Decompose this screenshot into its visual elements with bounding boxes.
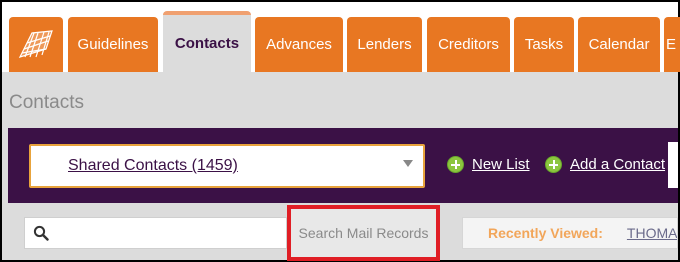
add-contact-button[interactable]: Add a Contact	[545, 156, 665, 173]
search-icon	[33, 225, 49, 241]
tab-calendar[interactable]: Calendar	[578, 17, 660, 72]
page-title: Contacts	[9, 92, 84, 113]
tab-advances[interactable]: Advances	[255, 17, 343, 72]
search-input[interactable]	[24, 217, 287, 249]
tab-creditors[interactable]: Creditors	[427, 17, 510, 72]
tab-label: Creditors	[438, 36, 499, 53]
add-contact-label: Add a Contact	[570, 156, 666, 173]
contact-list-select[interactable]: Shared Contacts (1459)	[29, 144, 425, 188]
tab-tasks[interactable]: Tasks	[514, 17, 574, 72]
recently-viewed-link[interactable]: THOMAS	[627, 225, 677, 241]
new-list-label: New List	[472, 156, 530, 173]
tab-label: Advances	[266, 36, 332, 53]
recently-viewed-label: Recently Viewed:	[488, 225, 603, 241]
tab-guidelines[interactable]: Guidelines	[68, 17, 158, 72]
tab-contacts[interactable]: Contacts	[163, 11, 251, 72]
plus-icon	[545, 156, 562, 173]
toolbar-edge-panel	[668, 142, 678, 188]
search-mail-records-button[interactable]: Search Mail Records	[287, 205, 440, 261]
logo-tab[interactable]	[9, 17, 63, 72]
tab-label: E	[666, 36, 677, 53]
tab-label: Guidelines	[77, 36, 149, 53]
tab-label: Calendar	[588, 36, 650, 53]
tab-label: Lenders	[357, 36, 412, 53]
tab-lenders[interactable]: Lenders	[347, 17, 422, 72]
search-mail-records-label: Search Mail Records	[298, 225, 429, 241]
new-list-button[interactable]: New List	[447, 156, 530, 173]
chevron-down-icon	[403, 160, 413, 167]
tab-overflow[interactable]: E	[664, 17, 680, 72]
plus-icon	[447, 156, 464, 173]
recently-viewed-bar: Recently Viewed: THOMAS	[462, 217, 678, 249]
tab-label: Tasks	[524, 36, 564, 53]
contact-list-select-value: Shared Contacts (1459)	[68, 157, 238, 174]
tab-label: Contacts	[174, 35, 240, 52]
logo-icon	[18, 29, 53, 58]
